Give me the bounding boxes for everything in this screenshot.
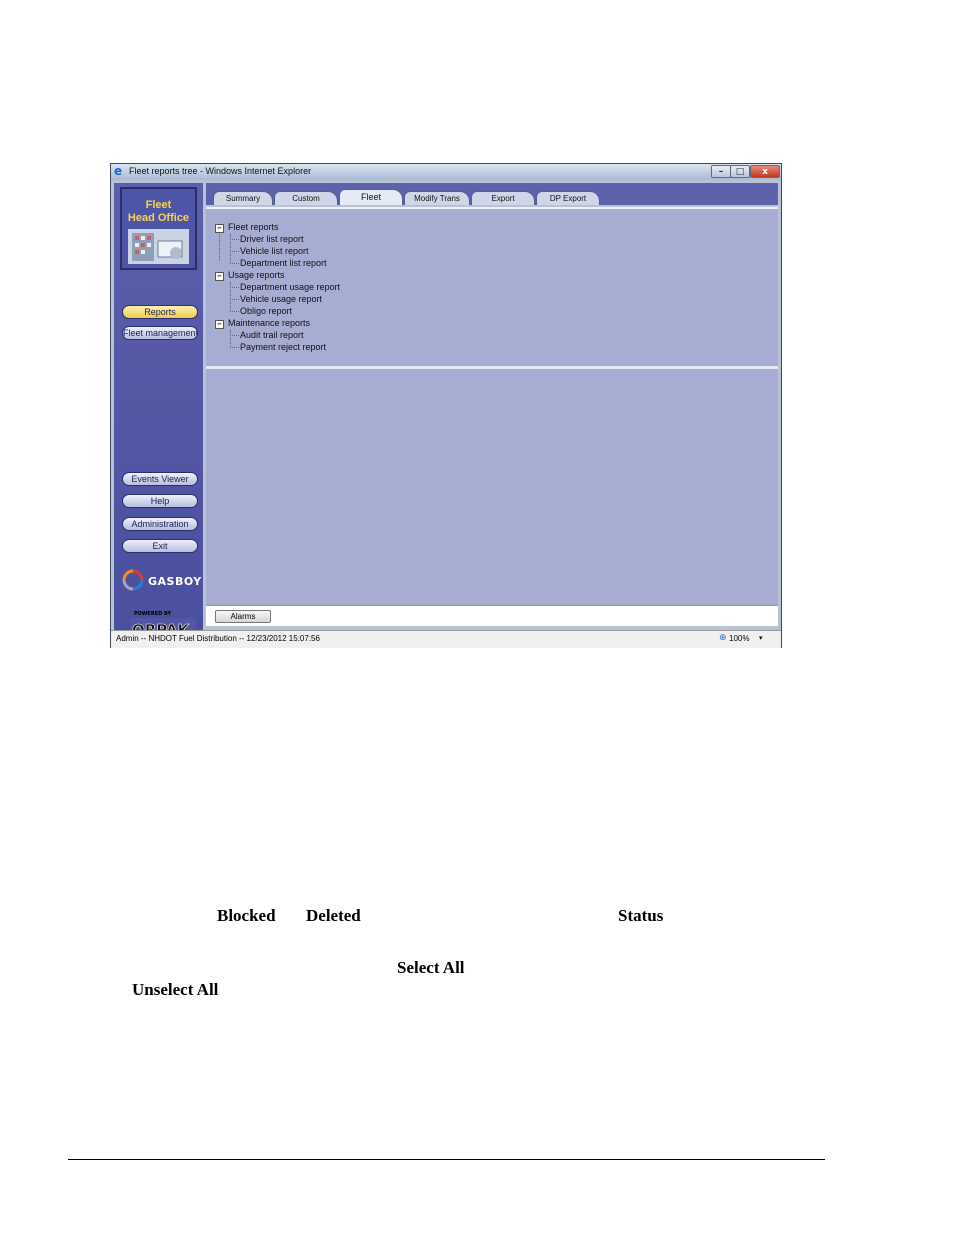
report-tabs: Summary Custom Fleet Modify Trans Export… bbox=[206, 183, 778, 205]
collapse-icon[interactable]: − bbox=[215, 272, 224, 281]
alarms-button[interactable]: Alarms bbox=[215, 610, 271, 623]
tab-dp-export[interactable]: DP Export bbox=[536, 191, 600, 205]
report-content-area bbox=[206, 369, 778, 605]
select-all-term: Select All bbox=[397, 958, 465, 977]
status-text: Admin -- NHDOT Fuel Distribution -- 12/2… bbox=[116, 634, 320, 643]
tree-item-vehicle-list-report[interactable]: Vehicle list report bbox=[240, 246, 309, 256]
tab-fleet[interactable]: Fleet bbox=[339, 189, 403, 205]
gasboy-logo: GASBOY bbox=[122, 569, 202, 593]
sidebar: Fleet Head Office Reports Fleet manageme… bbox=[114, 183, 203, 639]
window-titlebar[interactable]: e Fleet reports tree - Windows Internet … bbox=[111, 164, 781, 180]
office-building-icon bbox=[128, 229, 189, 264]
tree-group-usage-reports[interactable]: Usage reports bbox=[228, 270, 285, 280]
reports-tree: − Fleet reports Driver list report Vehic… bbox=[206, 207, 778, 368]
tab-export[interactable]: Export bbox=[471, 191, 535, 205]
collapse-icon[interactable]: − bbox=[215, 320, 224, 329]
administration-button[interactable]: Administration bbox=[122, 517, 198, 531]
window-title: Fleet reports tree - Windows Internet Ex… bbox=[129, 166, 312, 176]
gasboy-wordmark: GASBOY bbox=[148, 575, 202, 588]
logo-title-line1: Fleet bbox=[145, 199, 172, 211]
tab-custom[interactable]: Custom bbox=[274, 191, 338, 205]
tree-group-fleet-reports[interactable]: Fleet reports bbox=[228, 222, 279, 232]
fleet-management-button[interactable]: Fleet management bbox=[122, 326, 198, 340]
gasboy-ring-icon bbox=[122, 569, 144, 591]
maximize-button[interactable]: □ bbox=[730, 165, 750, 178]
exit-button[interactable]: Exit bbox=[122, 539, 198, 553]
internet-explorer-icon: e bbox=[114, 164, 123, 178]
help-button[interactable]: Help bbox=[122, 494, 198, 508]
collapse-icon[interactable]: − bbox=[215, 224, 224, 233]
status-bar: Admin -- NHDOT Fuel Distribution -- 12/2… bbox=[111, 630, 781, 648]
browser-window: e Fleet reports tree - Windows Internet … bbox=[110, 163, 782, 648]
tab-summary[interactable]: Summary bbox=[213, 191, 273, 205]
deleted-term: Deleted bbox=[306, 906, 361, 925]
page-footer-rule bbox=[68, 1159, 825, 1160]
tree-item-vehicle-usage-report[interactable]: Vehicle usage report bbox=[240, 294, 322, 304]
powered-by-text: POWERED BY bbox=[134, 611, 172, 617]
status-term: Status bbox=[618, 906, 664, 925]
zoom-level[interactable]: 100% bbox=[729, 634, 749, 643]
tree-item-department-usage-report[interactable]: Department usage report bbox=[240, 282, 340, 292]
unselect-all-term: Unselect All bbox=[132, 980, 219, 999]
tree-item-department-list-report[interactable]: Department list report bbox=[240, 258, 327, 268]
footer-bar: Alarms bbox=[206, 605, 778, 626]
logo-title-line2: Head Office bbox=[127, 212, 190, 224]
tree-item-obligo-report[interactable]: Obligo report bbox=[240, 306, 292, 316]
tree-item-driver-list-report[interactable]: Driver list report bbox=[240, 234, 304, 244]
close-button[interactable]: x bbox=[750, 165, 780, 178]
tree-item-audit-trail-report[interactable]: Audit trail report bbox=[240, 330, 304, 340]
reports-button[interactable]: Reports bbox=[122, 305, 198, 319]
zoom-icon[interactable]: ⊕ bbox=[719, 633, 727, 643]
fleet-head-office-logo: Fleet Head Office bbox=[120, 187, 197, 270]
blocked-term: Blocked bbox=[217, 906, 276, 925]
tab-modify-trans[interactable]: Modify Trans bbox=[404, 191, 470, 205]
chevron-down-icon[interactable]: ▾ bbox=[759, 634, 763, 642]
events-viewer-button[interactable]: Events Viewer bbox=[122, 472, 198, 486]
minimize-button[interactable]: – bbox=[711, 165, 731, 178]
tree-group-maintenance-reports[interactable]: Maintenance reports bbox=[228, 318, 310, 328]
tree-item-payment-reject-report[interactable]: Payment reject report bbox=[240, 342, 326, 352]
